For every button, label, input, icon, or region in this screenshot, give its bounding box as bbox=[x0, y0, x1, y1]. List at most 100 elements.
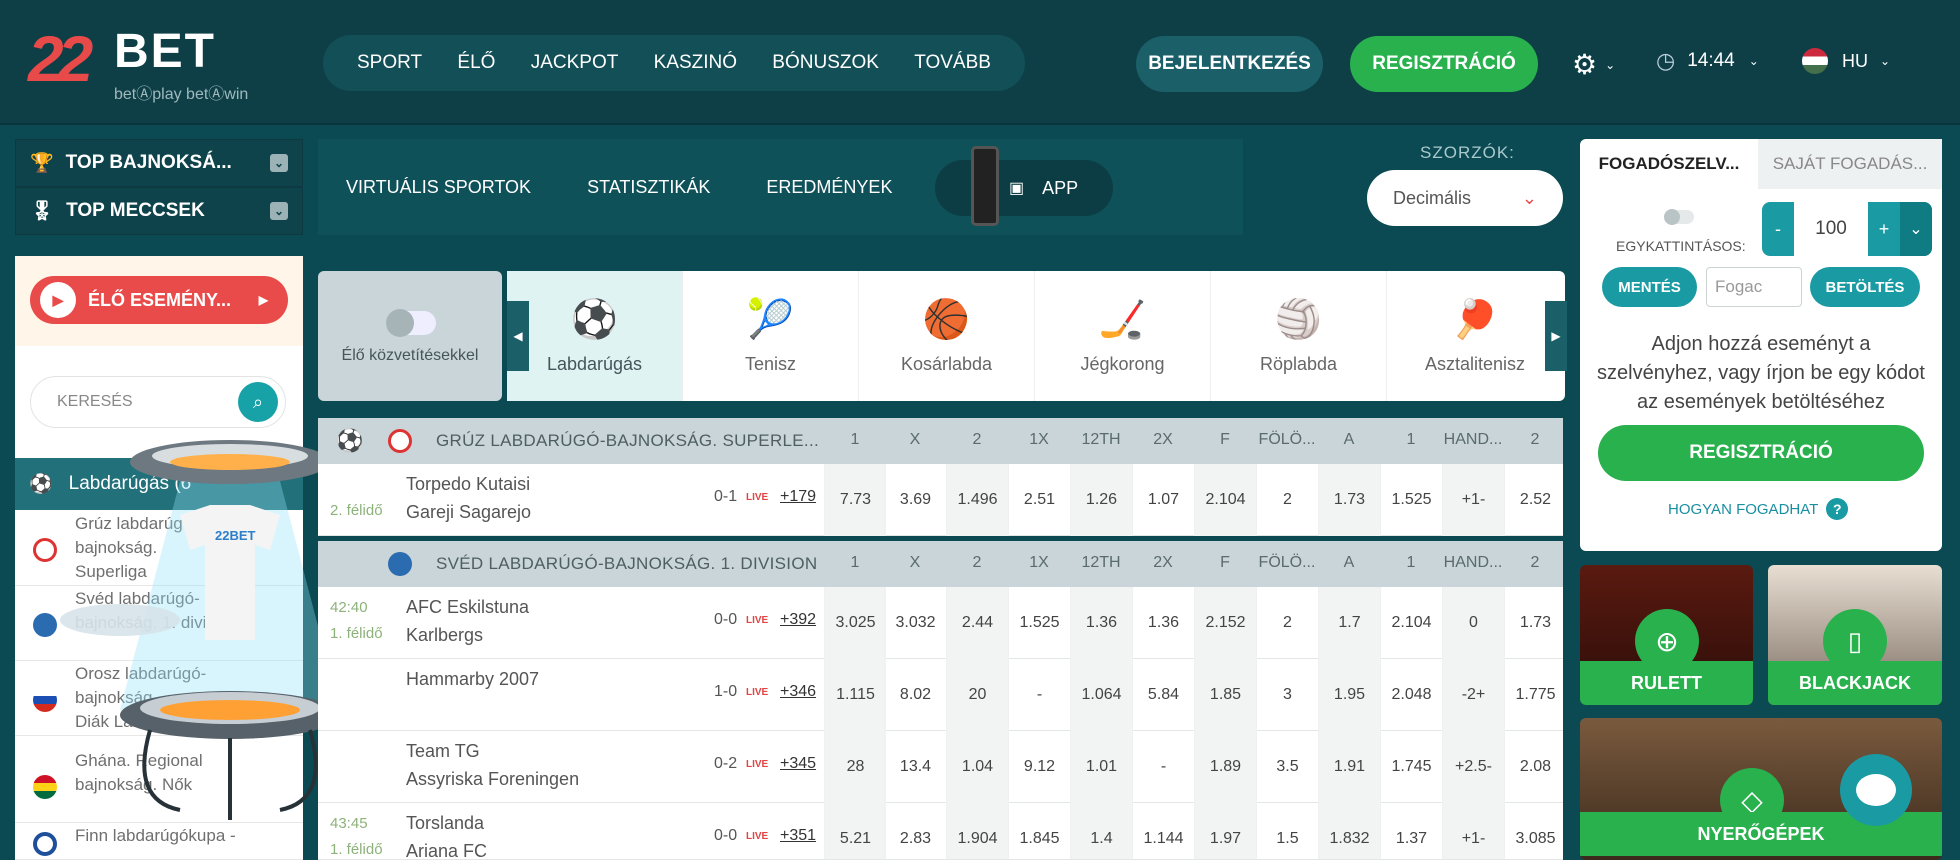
results-link[interactable]: EREDMÉNYEK bbox=[766, 177, 892, 198]
search-icon[interactable]: ⌕ bbox=[238, 382, 278, 422]
odds-cell[interactable]: 1.4 bbox=[1070, 803, 1132, 859]
odds-cell[interactable]: 5.84 bbox=[1132, 659, 1194, 731]
top-leagues-toggle[interactable]: 🏆 TOP BAJNOKSÁ... ⌄ bbox=[15, 139, 303, 187]
tab-table-tennis[interactable]: 🏓 Asztalitenisz bbox=[1387, 271, 1563, 401]
odds-cell[interactable]: - bbox=[1008, 659, 1070, 731]
tab-my-bets[interactable]: SAJÁT FOGADÁS... bbox=[1758, 139, 1942, 189]
odds-cell[interactable]: 1.73 bbox=[1318, 464, 1380, 536]
odds-cell[interactable]: 1.144 bbox=[1132, 803, 1194, 859]
save-button[interactable]: MENTÉS bbox=[1602, 267, 1697, 307]
more-markets-link[interactable]: +345 bbox=[780, 755, 816, 773]
top-matches-toggle[interactable]: 🎖 TOP MECCSEK ⌄ bbox=[15, 187, 303, 235]
betslip-register-button[interactable]: REGISZTRÁCIÓ bbox=[1598, 425, 1924, 481]
stake-minus-button[interactable]: - bbox=[1762, 219, 1794, 240]
odds-cell[interactable]: 1.525 bbox=[1380, 464, 1442, 536]
odds-cell[interactable]: 1.97 bbox=[1194, 803, 1256, 859]
odds-cell[interactable]: 2.048 bbox=[1380, 659, 1442, 731]
odds-cell[interactable]: 1.115 bbox=[824, 659, 886, 731]
odds-cell[interactable]: 1.832 bbox=[1318, 803, 1380, 859]
odds-cell[interactable]: 0 bbox=[1442, 587, 1504, 659]
bet-code-input[interactable]: Fogac bbox=[1706, 267, 1802, 307]
team-away[interactable]: Karlbergs bbox=[406, 625, 483, 646]
odds-cell[interactable]: 2.44 bbox=[946, 587, 1008, 659]
odds-cell[interactable]: 1.5 bbox=[1256, 803, 1318, 859]
odds-cell[interactable]: 1.37 bbox=[1380, 803, 1442, 859]
nav-jackpot[interactable]: JACKPOT bbox=[519, 52, 631, 74]
team-home[interactable]: AFC Eskilstuna bbox=[406, 597, 529, 618]
odds-cell[interactable]: 5.21 bbox=[824, 803, 886, 859]
league-header[interactable]: SVÉD LABDARÚGÓ-BAJNOKSÁG. 1. DIVISION 1 … bbox=[318, 541, 1563, 587]
more-markets-link[interactable]: +346 bbox=[780, 683, 816, 701]
more-markets-link[interactable]: +351 bbox=[780, 827, 816, 845]
app-download-button[interactable]: ▣ APP bbox=[935, 146, 1113, 226]
odds-cell[interactable]: 13.4 bbox=[884, 731, 946, 803]
match-row[interactable]: AFC Eskilstuna Karlbergs 42:40 1. félidő 0-0… bbox=[318, 587, 1563, 659]
toggle-switch[interactable] bbox=[386, 309, 436, 337]
scroll-left-arrow[interactable]: ◀ bbox=[507, 301, 529, 371]
chat-button[interactable] bbox=[1840, 754, 1912, 826]
match-row[interactable]: Torpedo Kutaisi Gareji Sagarejo 2. félidő 0… bbox=[318, 464, 1563, 536]
tab-football[interactable]: ⚽ Labdarúgás bbox=[507, 271, 683, 401]
odds-cell[interactable]: 2.104 bbox=[1194, 464, 1256, 536]
settings-menu[interactable]: ⚙ ⌄ bbox=[1572, 48, 1615, 81]
odds-cell[interactable]: 3.025 bbox=[824, 587, 886, 659]
odds-cell[interactable]: 3.69 bbox=[884, 464, 946, 536]
odds-cell[interactable]: 3 bbox=[1256, 659, 1318, 731]
scroll-right-arrow[interactable]: ▶ bbox=[1545, 301, 1567, 371]
odds-cell[interactable]: 2.152 bbox=[1194, 587, 1256, 659]
odds-cell[interactable]: 3.5 bbox=[1256, 731, 1318, 803]
nav-casino[interactable]: KASZINÓ bbox=[642, 52, 749, 74]
odds-cell[interactable]: 9.12 bbox=[1008, 731, 1070, 803]
odds-cell[interactable]: 1.775 bbox=[1504, 659, 1566, 731]
odds-cell[interactable]: 1.89 bbox=[1194, 731, 1256, 803]
load-button[interactable]: BETÖLTÉS bbox=[1810, 267, 1920, 307]
stake-plus-button[interactable]: + bbox=[1868, 219, 1900, 240]
odds-cell[interactable]: 2.52 bbox=[1504, 464, 1566, 536]
logo[interactable]: 22 BET betⒶplay betⒶwin bbox=[28, 22, 278, 104]
odds-cell[interactable]: -2+ bbox=[1442, 659, 1504, 731]
nav-more[interactable]: TOVÁBB bbox=[902, 52, 1003, 74]
tab-ice-hockey[interactable]: 🏒 Jégkorong bbox=[1035, 271, 1211, 401]
odds-cell[interactable]: 1.04 bbox=[946, 731, 1008, 803]
league-header[interactable]: ⚽ GRÚZ LABDARÚGÓ-BAJNOKSÁG. SUPERLE... 1… bbox=[318, 418, 1563, 464]
odds-cell[interactable]: 1.496 bbox=[946, 464, 1008, 536]
odds-cell[interactable]: +2.5- bbox=[1442, 731, 1504, 803]
statistics-link[interactable]: STATISZTIKÁK bbox=[587, 177, 710, 198]
odds-cell[interactable]: 1.745 bbox=[1380, 731, 1442, 803]
match-row[interactable]: Team TG Assyriska Foreningen 0-2 LIVE +345 28… bbox=[318, 731, 1563, 803]
nav-live[interactable]: ÉLŐ bbox=[445, 52, 507, 74]
odds-cell[interactable]: 28 bbox=[824, 731, 886, 803]
odds-cell[interactable]: 1.91 bbox=[1318, 731, 1380, 803]
odds-cell[interactable]: 7.73 bbox=[824, 464, 886, 536]
nav-sport[interactable]: SPORT bbox=[345, 52, 434, 74]
odds-cell[interactable]: 2 bbox=[1256, 464, 1318, 536]
match-row[interactable]: Torslanda Ariana FC 43:45 1. félidő 0-0 LIVE +… bbox=[318, 803, 1563, 860]
odds-cell[interactable]: +1- bbox=[1442, 464, 1504, 536]
language-select[interactable]: HU ⌄ bbox=[1802, 48, 1890, 74]
odds-cell[interactable]: 2.51 bbox=[1008, 464, 1070, 536]
odds-cell[interactable]: 1.904 bbox=[946, 803, 1008, 859]
more-markets-link[interactable]: +179 bbox=[780, 488, 816, 506]
odds-cell[interactable]: 8.02 bbox=[884, 659, 946, 731]
stake-stepper[interactable]: - 100 + ⌄ bbox=[1762, 202, 1932, 256]
more-markets-link[interactable]: +392 bbox=[780, 611, 816, 629]
odds-cell[interactable]: 2 bbox=[1256, 587, 1318, 659]
team-home[interactable]: Torslanda bbox=[406, 813, 484, 834]
how-to-bet-link[interactable]: HOGYAN FOGADHAT ? bbox=[1668, 498, 1849, 520]
clock[interactable]: ◷ 14:44 ⌄ bbox=[1656, 48, 1759, 74]
team-away[interactable]: Ariana FC bbox=[406, 841, 487, 859]
live-broadcast-filter[interactable]: Élő közvetítésekkel bbox=[318, 271, 502, 401]
team-away[interactable]: Assyriska Foreningen bbox=[406, 769, 579, 790]
odds-cell[interactable]: 1.845 bbox=[1008, 803, 1070, 859]
tab-volleyball[interactable]: 🏐 Röplabda bbox=[1211, 271, 1387, 401]
roulette-tile[interactable]: ⊕ RULETT bbox=[1580, 565, 1753, 705]
nav-bonuses[interactable]: BÓNUSZOK bbox=[760, 52, 891, 74]
odds-format-select[interactable]: Decimális ⌄ bbox=[1367, 170, 1563, 226]
login-button[interactable]: BEJELENTKEZÉS bbox=[1136, 36, 1323, 92]
odds-cell[interactable]: 1.525 bbox=[1008, 587, 1070, 659]
odds-cell[interactable]: 1.36 bbox=[1070, 587, 1132, 659]
odds-cell[interactable]: 2.08 bbox=[1504, 731, 1566, 803]
one-click-toggle[interactable] bbox=[1664, 209, 1694, 225]
odds-cell[interactable]: 3.085 bbox=[1504, 803, 1563, 859]
odds-cell[interactable]: 1.95 bbox=[1318, 659, 1380, 731]
